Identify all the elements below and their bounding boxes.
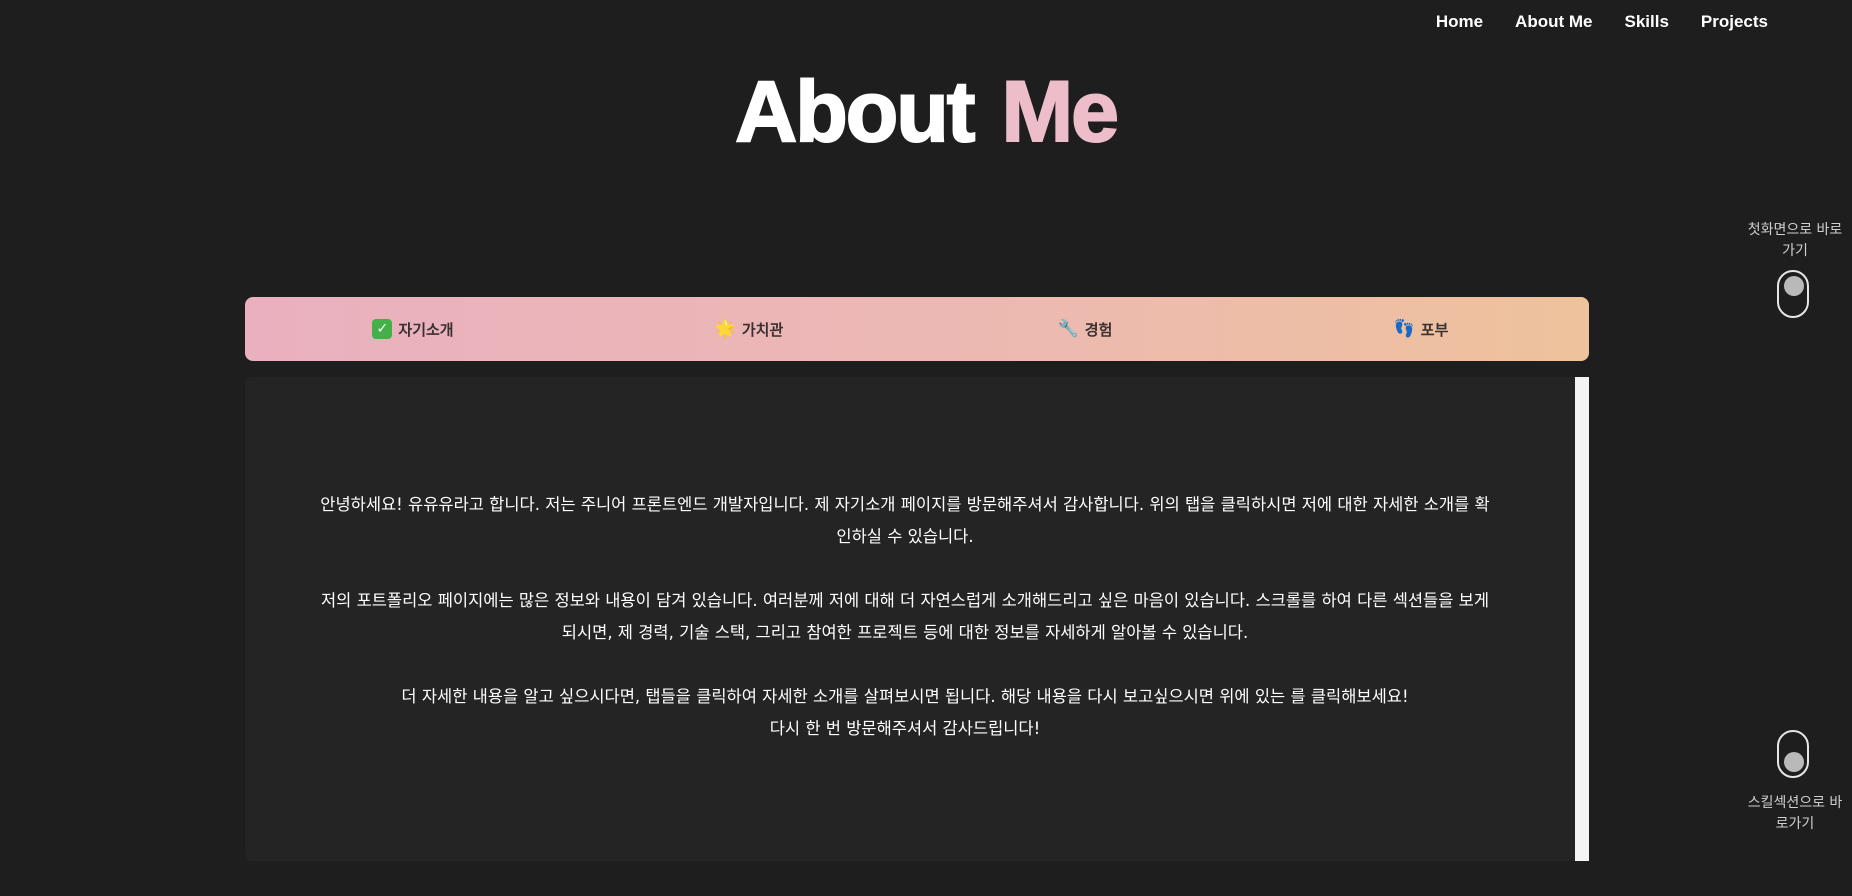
tab-experience[interactable]: 🔧 경험 — [917, 297, 1253, 361]
content-scrollbar[interactable] — [1575, 377, 1589, 861]
nav-skills[interactable]: Skills — [1624, 12, 1668, 32]
page-title-about: About — [734, 63, 976, 161]
go-to-top-label: 첫화면으로 바로가기 — [1747, 222, 1843, 259]
wrench-icon: 🔧 — [1057, 318, 1079, 339]
toggle-knob — [1784, 752, 1804, 772]
footprints-icon: 👣 — [1393, 318, 1415, 339]
go-to-skills-label: 스킬섹션으로 바로가기 — [1747, 795, 1843, 832]
go-to-top-toggle[interactable] — [1777, 270, 1809, 318]
check-mark-icon: ✓ — [372, 319, 393, 339]
nav-projects[interactable]: Projects — [1701, 12, 1768, 32]
tab-values-label: 가치관 — [741, 320, 784, 339]
tab-experience-label: 경험 — [1084, 320, 1113, 339]
page-title-me: Me — [1000, 63, 1119, 161]
tab-introduction-label: 자기소개 — [398, 320, 454, 339]
tab-aspirations-label: 포부 — [1420, 320, 1449, 339]
page-title: About Me — [0, 62, 1852, 162]
intro-paragraph-3: 더 자세한 내용을 알고 싶으시다면, 탭들을 클릭하여 자세한 소개를 살펴보… — [401, 687, 1409, 706]
top-nav: Home About Me Skills Projects — [1436, 12, 1768, 32]
intro-paragraph-2: 저의 포트폴리오 페이지에는 많은 정보와 내용이 담겨 있습니다. 여러분께 … — [320, 591, 1490, 642]
nav-about-me[interactable]: About Me — [1515, 12, 1592, 32]
content-scrollbar-thumb[interactable] — [1575, 377, 1589, 861]
intro-paragraph-4: 다시 한 번 방문해주셔서 감사드립니다! — [769, 719, 1041, 738]
toggle-knob — [1784, 276, 1804, 296]
page: Home About Me Skills Projects About Me ✓ … — [0, 0, 1852, 896]
intro-text: 안녕하세요! 유유유라고 합니다. 저는 주니어 프론트엔드 개발자입니다. 제… — [315, 489, 1495, 745]
glowing-star-icon: 🌟 — [714, 318, 736, 339]
tab-aspirations[interactable]: 👣 포부 — [1253, 297, 1589, 361]
content-panel: 안녕하세요! 유유유라고 합니다. 저는 주니어 프론트엔드 개발자입니다. 제… — [245, 377, 1589, 861]
nav-home[interactable]: Home — [1436, 12, 1483, 32]
go-to-skills-toggle[interactable] — [1777, 730, 1809, 778]
tab-values[interactable]: 🌟 가치관 — [581, 297, 917, 361]
tab-introduction[interactable]: ✓ 자기소개 — [245, 297, 581, 361]
intro-paragraph-1: 안녕하세요! 유유유라고 합니다. 저는 주니어 프론트엔드 개발자입니다. 제… — [320, 495, 1490, 546]
tab-bar: ✓ 자기소개 🌟 가치관 🔧 경험 👣 포부 — [245, 297, 1589, 361]
